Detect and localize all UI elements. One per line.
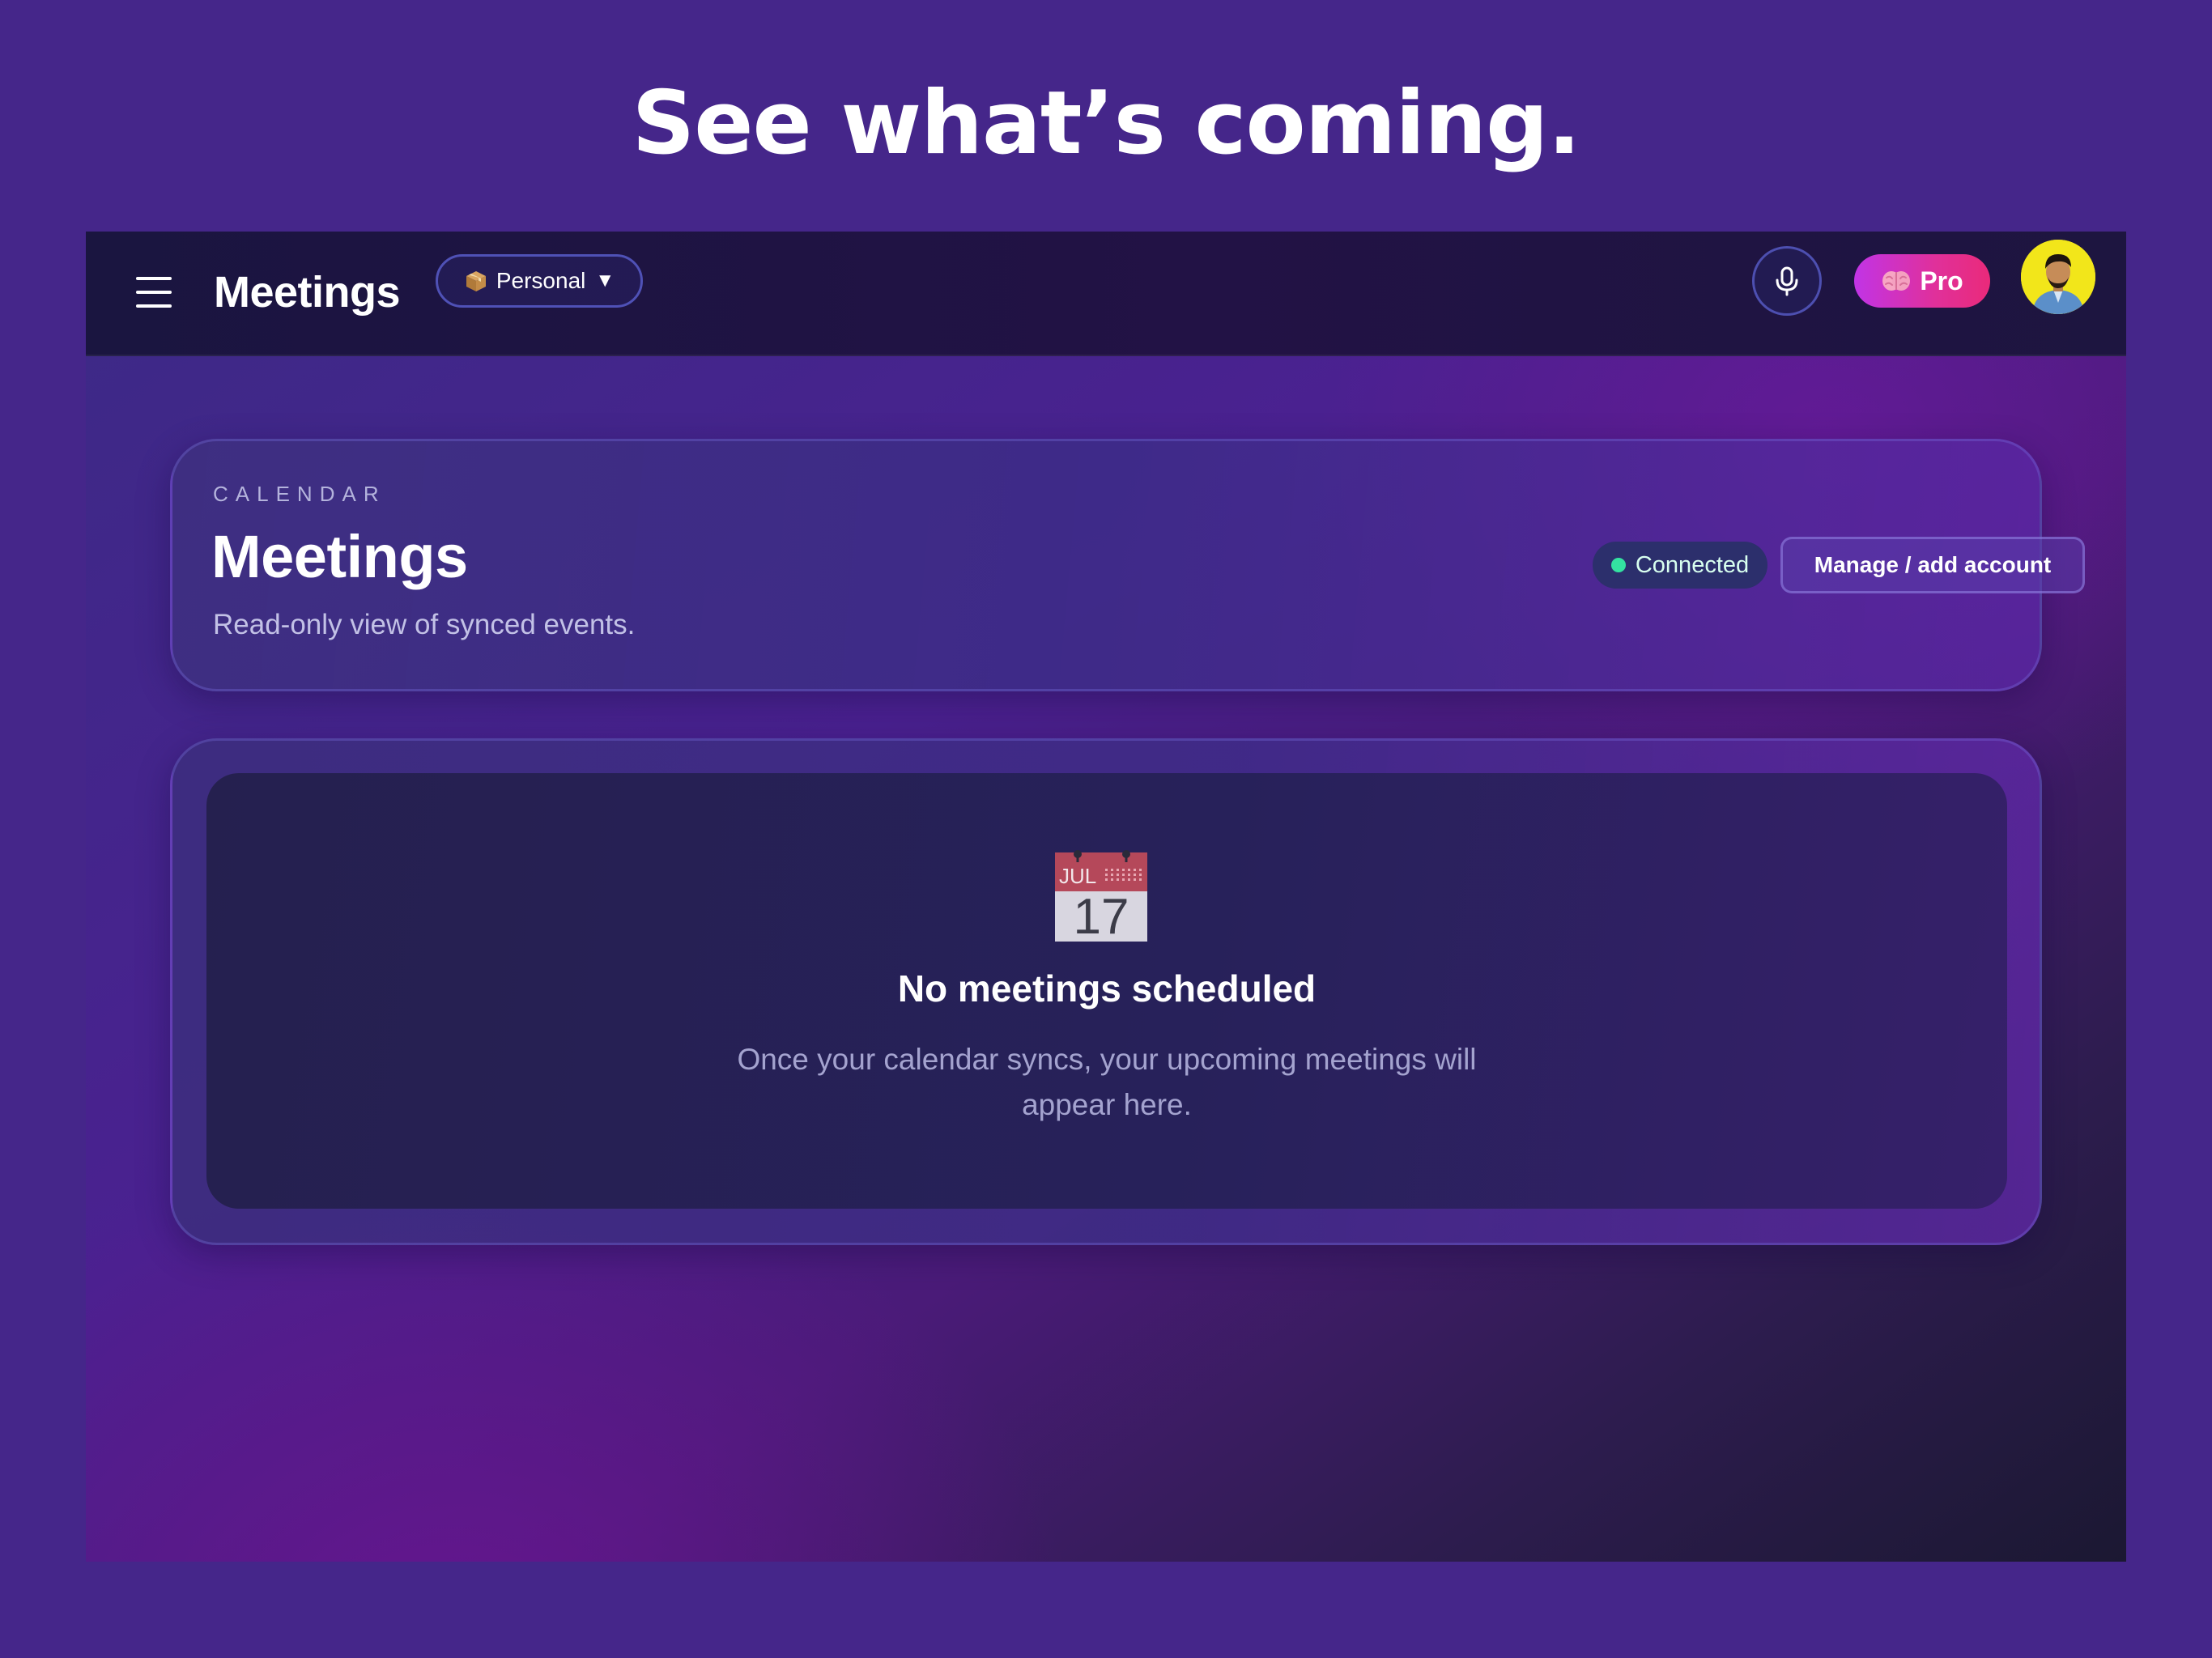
connection-status-badge: Connected xyxy=(1593,542,1767,589)
calendar-icon: JUL 17 xyxy=(1053,848,1149,943)
package-box-icon xyxy=(464,269,488,293)
brain-icon xyxy=(1882,271,1911,291)
app-title: Meetings xyxy=(214,268,401,317)
pro-label: Pro xyxy=(1920,266,1963,295)
hero-headline: See what’s coming. xyxy=(632,73,1581,174)
status-label: Connected xyxy=(1635,551,1750,578)
microphone-button[interactable] xyxy=(1752,246,1822,316)
meetings-list-card: JUL 17 No meetings scheduled Once your c… xyxy=(170,738,2042,1245)
hamburger-menu-icon[interactable] xyxy=(136,277,172,308)
empty-state-panel: JUL 17 No meetings scheduled Once your c… xyxy=(206,773,2007,1209)
user-avatar[interactable] xyxy=(2021,240,2095,314)
workspace-dropdown[interactable]: Personal ▼ xyxy=(436,254,643,308)
app-window: Meetings Personal ▼ Pro CALENDAR Meeting… xyxy=(86,232,2126,1562)
page-subtitle: Read-only view of synced events. xyxy=(213,609,636,640)
calendar-day-text: 17 xyxy=(1074,889,1129,943)
top-navigation-bar: Meetings Personal ▼ Pro xyxy=(86,232,2126,356)
empty-state-description: Once your calendar syncs, your upcoming … xyxy=(737,1043,1477,1121)
empty-state-title: No meetings scheduled xyxy=(897,967,1317,1010)
page-title: Meetings xyxy=(211,523,468,590)
calendar-month-text: JUL xyxy=(1059,864,1096,888)
microphone-icon xyxy=(1776,266,1798,296)
section-eyebrow: CALENDAR xyxy=(213,482,386,506)
chevron-down-icon: ▼ xyxy=(595,270,615,291)
manage-account-button[interactable]: Manage / add account xyxy=(1780,537,2085,593)
calendar-header-card: CALENDAR Meetings Read-only view of sync… xyxy=(170,439,2085,691)
pro-upgrade-button[interactable]: Pro xyxy=(1854,254,1990,308)
workspace-label: Personal xyxy=(496,268,586,293)
status-dot-icon xyxy=(1610,558,1626,572)
